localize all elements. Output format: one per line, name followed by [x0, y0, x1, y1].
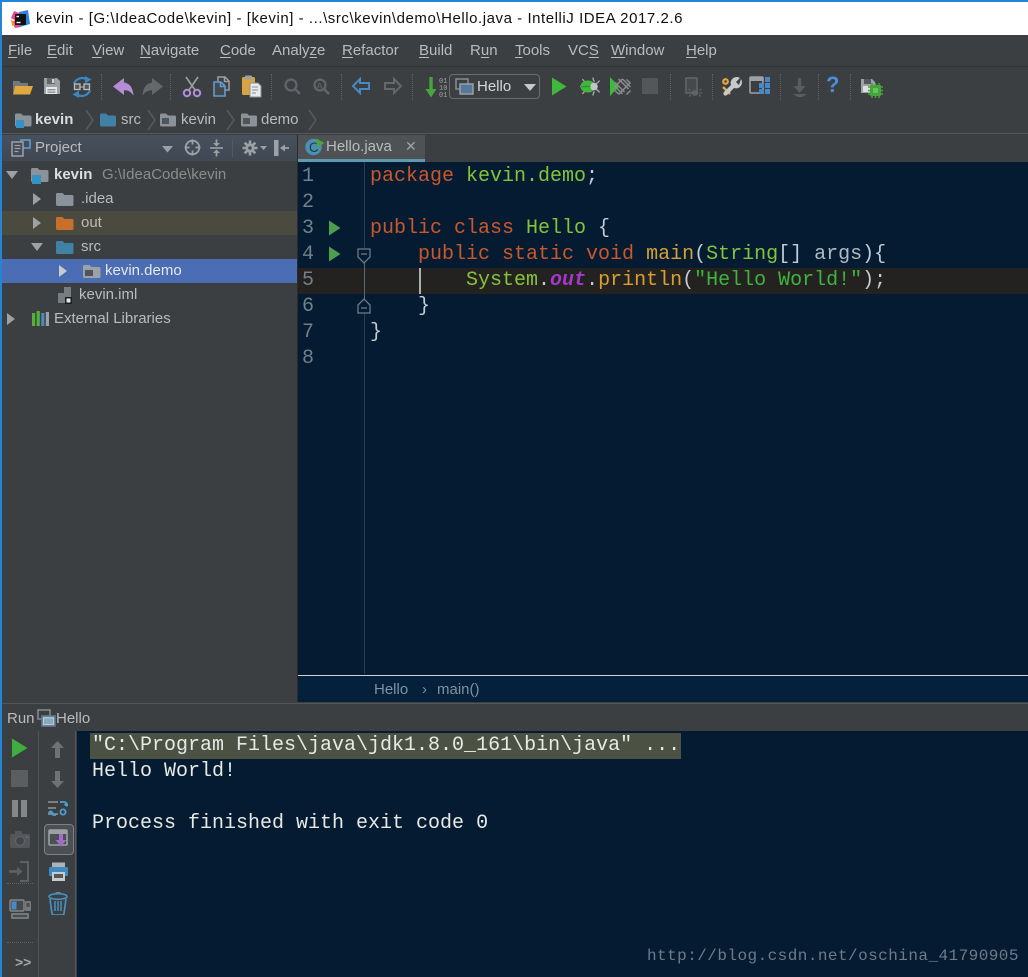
svg-text:01: 01	[439, 92, 447, 99]
svg-text:A: A	[317, 81, 323, 91]
